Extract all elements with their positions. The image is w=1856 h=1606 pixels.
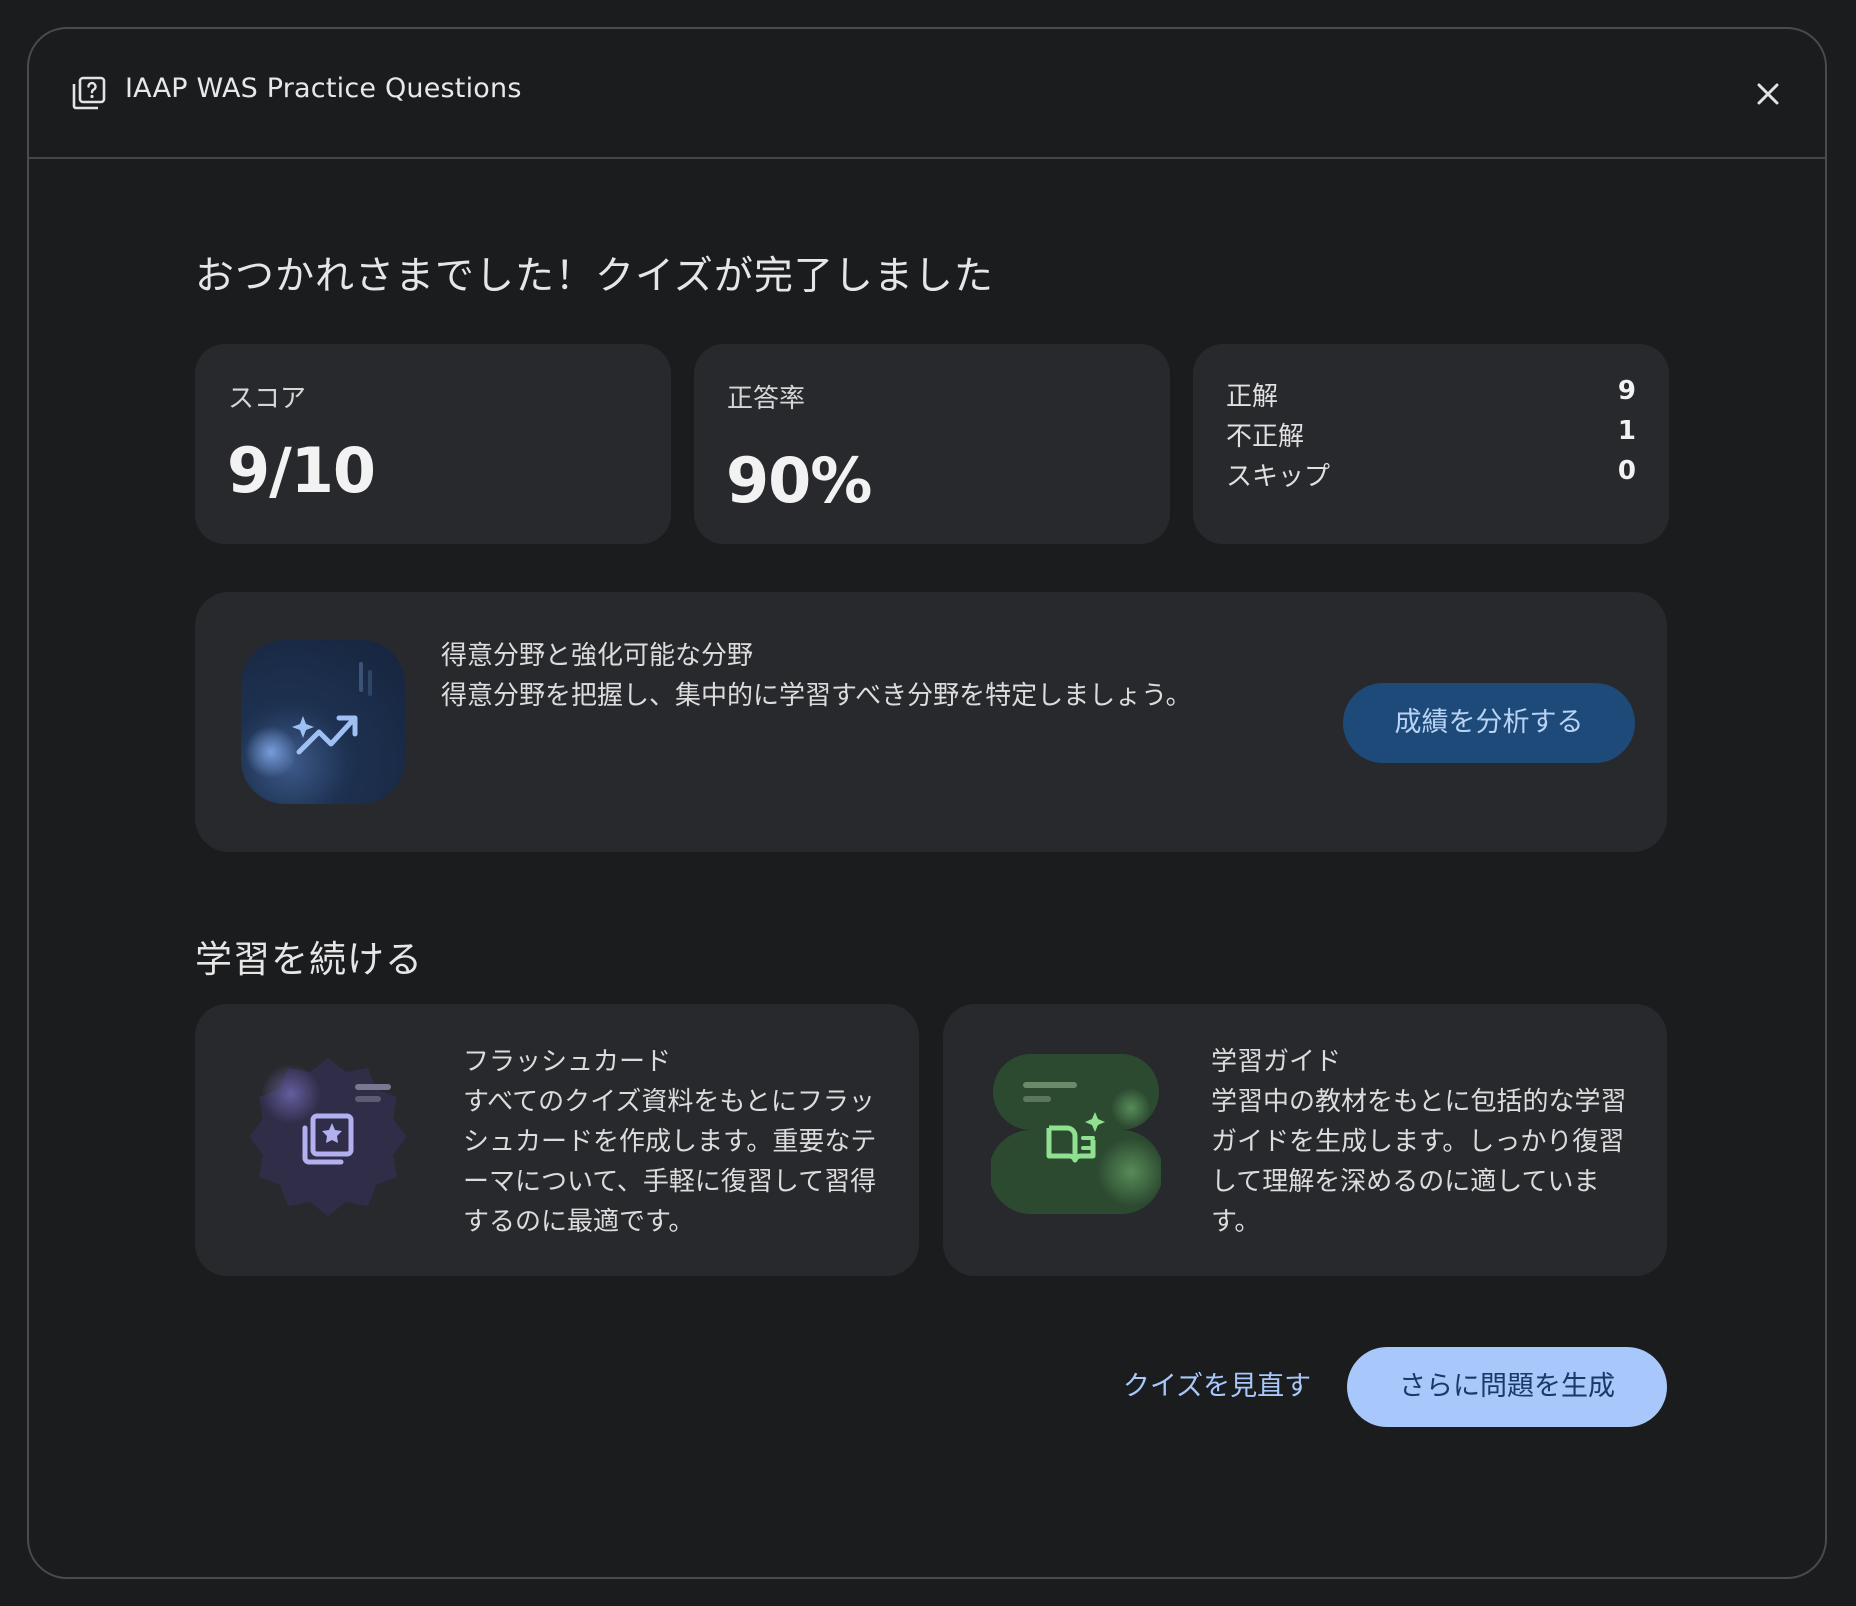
score-label: スコア — [228, 384, 307, 414]
flashcards-card[interactable]: フラッシュカード すべてのクイズ資料をもとにフラッシュカードを作成します。重要な… — [195, 1004, 919, 1276]
accuracy-label: 正答率 — [727, 384, 806, 414]
continue-learning-heading: 学習を続ける — [195, 938, 423, 981]
dialog-title: IAAP WAS Practice Questions — [125, 73, 522, 104]
correct-label: 正解 — [1226, 382, 1279, 412]
analysis-text: 得意分野と強化可能な分野 得意分野を把握し、集中的に学習すべき分野を特定しましょ… — [441, 636, 1192, 716]
incorrect-label: 不正解 — [1226, 422, 1305, 452]
quiz-doc-icon — [72, 76, 106, 110]
accuracy-card: 正答率 90% — [694, 344, 1170, 544]
skipped-row: スキップ 0 — [1226, 456, 1636, 496]
analysis-title: 得意分野と強化可能な分野 — [441, 641, 754, 671]
correct-count: 9 — [1617, 376, 1636, 406]
analysis-illustration — [241, 640, 405, 804]
flashcards-title: フラッシュカード — [463, 1047, 672, 1077]
quiz-results-dialog: IAAP WAS Practice Questions おつかれさまでした！クイ… — [27, 27, 1827, 1579]
study-guide-description: 学習中の教材をもとに包括的な学習ガイドを生成します。しっかり復習して理解を深める… — [1211, 1087, 1627, 1237]
score-card: スコア 9/10 — [195, 344, 671, 544]
flashcards-description: すべてのクイズ資料をもとにフラッシュカードを作成します。重要なテーマについて、手… — [463, 1087, 877, 1237]
study-guide-title: 学習ガイド — [1211, 1047, 1342, 1077]
flashcards-icon — [249, 1058, 407, 1216]
analysis-description: 得意分野を把握し、集中的に学習すべき分野を特定しましょう。 — [441, 681, 1192, 711]
review-quiz-button[interactable]: クイズを見直す — [1107, 1347, 1327, 1427]
completion-heading: おつかれさまでした！クイズが完了しました — [195, 254, 994, 299]
flashcards-text: フラッシュカード すべてのクイズ資料をもとにフラッシュカードを作成します。重要な… — [463, 1042, 893, 1242]
score-value: 9/10 — [227, 434, 376, 507]
generate-more-button[interactable]: さらに問題を生成 — [1347, 1347, 1667, 1427]
dialog-header: IAAP WAS Practice Questions — [29, 29, 1825, 159]
analyze-results-button[interactable]: 成績を分析する — [1343, 683, 1635, 763]
accuracy-value: 90% — [726, 444, 872, 517]
trending-up-sparkle-icon — [245, 662, 372, 778]
close-icon[interactable] — [1751, 77, 1785, 111]
skipped-label: スキップ — [1226, 462, 1331, 492]
study-guide-icon — [991, 1054, 1161, 1214]
study-guide-text: 学習ガイド 学習中の教材をもとに包括的な学習ガイドを生成します。しっかり復習して… — [1211, 1042, 1641, 1242]
study-guide-card[interactable]: 学習ガイド 学習中の教材をもとに包括的な学習ガイドを生成します。しっかり復習して… — [943, 1004, 1667, 1276]
correct-row: 正解 9 — [1226, 376, 1636, 416]
incorrect-row: 不正解 1 — [1226, 416, 1636, 456]
skipped-count: 0 — [1617, 456, 1636, 486]
analysis-card: 得意分野と強化可能な分野 得意分野を把握し、集中的に学習すべき分野を特定しましょ… — [195, 592, 1667, 852]
breakdown-card: 正解 9 不正解 1 スキップ 0 — [1193, 344, 1669, 544]
incorrect-count: 1 — [1617, 416, 1636, 446]
